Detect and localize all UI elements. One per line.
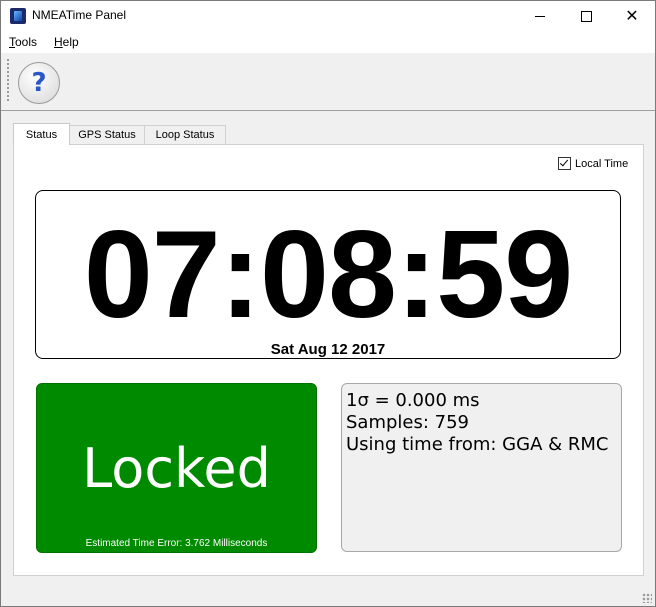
sigma-stat: 1σ = 0.000 ms [346, 390, 480, 411]
checkmark-icon [558, 157, 571, 170]
minimize-button[interactable] [517, 1, 563, 31]
maximize-icon [580, 10, 592, 22]
time-source-stat: Using time from: GGA & RMC [346, 434, 609, 455]
toolbar-grip[interactable] [7, 59, 9, 103]
resize-grip[interactable] [642, 593, 652, 603]
estimated-time-error: Estimated Time Error: 3.762 Milliseconds [85, 538, 268, 549]
stats-panel: 1σ = 0.000 ms Samples: 759 Using time fr… [341, 383, 622, 552]
clock-display: 07:08:59 Sat Aug 12 2017 [35, 190, 621, 359]
tab-loop-status[interactable]: Loop Status [144, 125, 226, 144]
minimize-icon [535, 15, 545, 17]
tab-gps-status[interactable]: GPS Status [68, 125, 146, 144]
samples-stat: Samples: 759 [346, 412, 470, 433]
clock-date: Sat Aug 12 2017 [270, 341, 386, 358]
local-time-checkbox[interactable]: Local Time [558, 157, 628, 170]
title-bar[interactable]: NMEATime Panel ✕ [1, 1, 655, 31]
lock-indicator: Locked Estimated Time Error: 3.762 Milli… [36, 383, 317, 553]
close-button[interactable]: ✕ [609, 1, 655, 31]
app-window: NMEATime Panel ✕ Tools Help ? Status GPS… [0, 0, 656, 607]
tab-bar: Status GPS Status Loop Status [13, 123, 643, 145]
toolbar: ? [1, 53, 655, 111]
lock-state: Locked [82, 437, 271, 500]
close-icon: ✕ [625, 6, 639, 25]
window-title: NMEATime Panel [32, 8, 127, 22]
question-mark-icon: ? [31, 68, 47, 98]
app-icon [10, 8, 26, 24]
maximize-button[interactable] [563, 1, 609, 31]
clock-time: 07:08:59 [83, 206, 573, 344]
status-panel: Local Time 07:08:59 Sat Aug 12 2017 Lock… [13, 144, 644, 576]
local-time-label: Local Time [575, 157, 629, 170]
menu-bar: Tools Help [1, 31, 655, 53]
tab-status[interactable]: Status [13, 123, 70, 145]
menu-tools[interactable]: Tools [9, 35, 37, 49]
menu-help[interactable]: Help [54, 35, 79, 49]
help-button[interactable]: ? [18, 62, 60, 104]
